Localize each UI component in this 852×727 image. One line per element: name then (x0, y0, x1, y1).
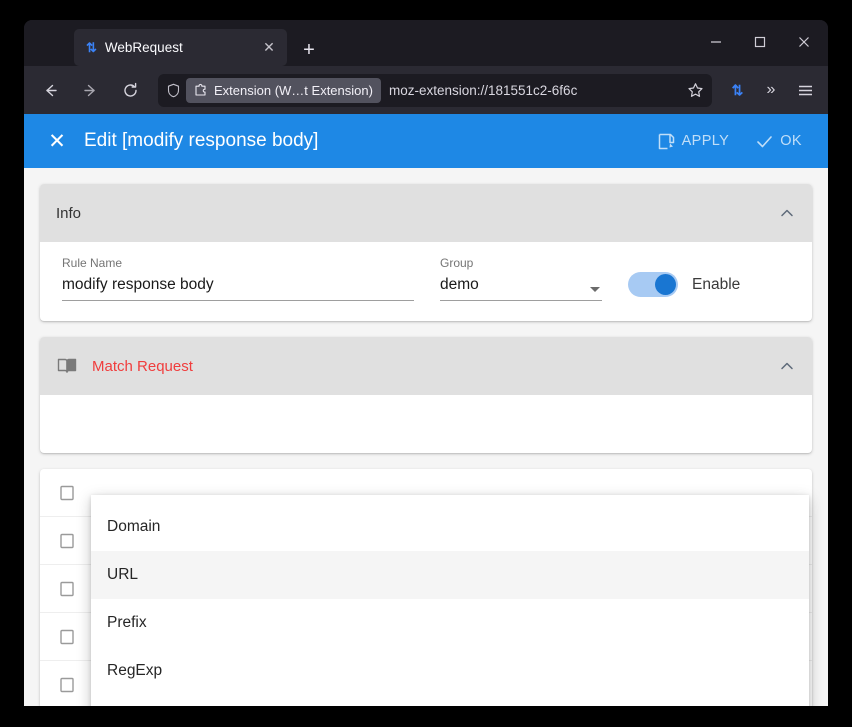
enable-toggle[interactable] (628, 272, 678, 297)
webrequest-extension-icon[interactable]: ⇅ (721, 74, 753, 106)
toggle-thumb (655, 274, 676, 295)
dropdown-option-regexp[interactable]: RegExp (91, 647, 809, 695)
star-icon[interactable] (687, 82, 704, 99)
enable-label: Enable (692, 275, 741, 293)
url-text: moz-extension://181551c2-6f6c (388, 82, 578, 98)
puzzle-piece-icon (194, 83, 208, 97)
document-icon (58, 676, 76, 694)
document-icon (58, 580, 76, 598)
info-card-header[interactable]: Info (40, 184, 812, 242)
document-icon (58, 532, 76, 550)
group-field: Group (440, 256, 602, 301)
page-content: ✕ Edit [modify response body] APPLY OK I… (24, 114, 828, 706)
updown-arrows-icon: ⇅ (86, 40, 97, 55)
dropdown-option-prefix[interactable]: Prefix (91, 599, 809, 647)
url-bar[interactable]: Extension (W…t Extension) moz-extension:… (158, 73, 712, 107)
chevron-down-icon[interactable] (590, 287, 600, 292)
overflow-chevron-icon[interactable]: » (755, 74, 787, 106)
rule-name-field: Rule Name (62, 256, 414, 301)
enable-toggle-row: Enable (628, 272, 740, 301)
info-card-title: Info (56, 204, 82, 222)
close-icon[interactable] (782, 22, 826, 62)
shield-icon[interactable] (166, 83, 181, 98)
ok-button[interactable]: OK (745, 124, 812, 158)
rule-name-label: Rule Name (62, 256, 123, 270)
group-input[interactable] (440, 276, 602, 301)
check-icon (755, 132, 774, 151)
document-icon (58, 628, 76, 646)
extension-identity-chip[interactable]: Extension (W…t Extension) (186, 77, 381, 103)
match-request-card: Match Request (40, 337, 812, 453)
group-label: Group (440, 256, 474, 270)
ok-label: OK (780, 133, 802, 149)
rule-name-input[interactable] (62, 276, 414, 301)
match-request-title: Match Request (92, 357, 193, 375)
group-select[interactable] (440, 276, 602, 301)
info-card: Info Rule Name Group (40, 184, 812, 321)
hamburger-icon[interactable] (789, 74, 821, 106)
browser-window: ⇅ WebRequest ✕ + Extension (W…t Extensio… (24, 20, 828, 706)
minimize-icon[interactable] (694, 22, 738, 62)
match-request-header[interactable]: Match Request (40, 337, 812, 395)
tab-title: WebRequest (104, 40, 183, 55)
new-tab-button[interactable]: + (293, 34, 325, 66)
screen: ⇅ WebRequest ✕ + Extension (W…t Extensio… (0, 0, 852, 727)
save-edit-icon (657, 132, 676, 151)
document-icon (58, 484, 76, 502)
info-card-body: Rule Name Group (40, 242, 812, 321)
reload-icon[interactable] (113, 73, 147, 107)
match-type-dropdown[interactable]: Domain URL Prefix RegExp Main Frame All (91, 495, 809, 706)
chevron-up-icon[interactable] (778, 204, 796, 222)
back-arrow-icon[interactable] (33, 73, 67, 107)
match-request-body (40, 395, 812, 453)
page-title: Edit [modify response body] (84, 130, 319, 151)
forward-arrow-icon[interactable] (73, 73, 107, 107)
dropdown-option-domain[interactable]: Domain (91, 503, 809, 551)
tab-strip: ⇅ WebRequest ✕ + (24, 20, 828, 66)
dropdown-option-url[interactable]: URL (91, 551, 809, 599)
open-book-icon (56, 355, 78, 377)
navigation-toolbar: Extension (W…t Extension) moz-extension:… (24, 66, 828, 114)
apply-label: APPLY (681, 133, 730, 149)
chevron-up-icon[interactable] (778, 357, 796, 375)
maximize-icon[interactable] (738, 22, 782, 62)
browser-tab[interactable]: ⇅ WebRequest ✕ (74, 29, 287, 66)
app-bar: ✕ Edit [modify response body] APPLY OK (24, 114, 828, 168)
dropdown-option-main-frame[interactable]: Main Frame (91, 695, 809, 706)
extension-chip-label: Extension (W…t Extension) (214, 82, 373, 98)
window-controls (694, 20, 826, 64)
apply-button[interactable]: APPLY (647, 124, 740, 158)
close-editor-button[interactable]: ✕ (40, 124, 74, 158)
tab-close-icon[interactable]: ✕ (259, 38, 279, 58)
toolbar-right: ⇅ » (720, 74, 822, 106)
